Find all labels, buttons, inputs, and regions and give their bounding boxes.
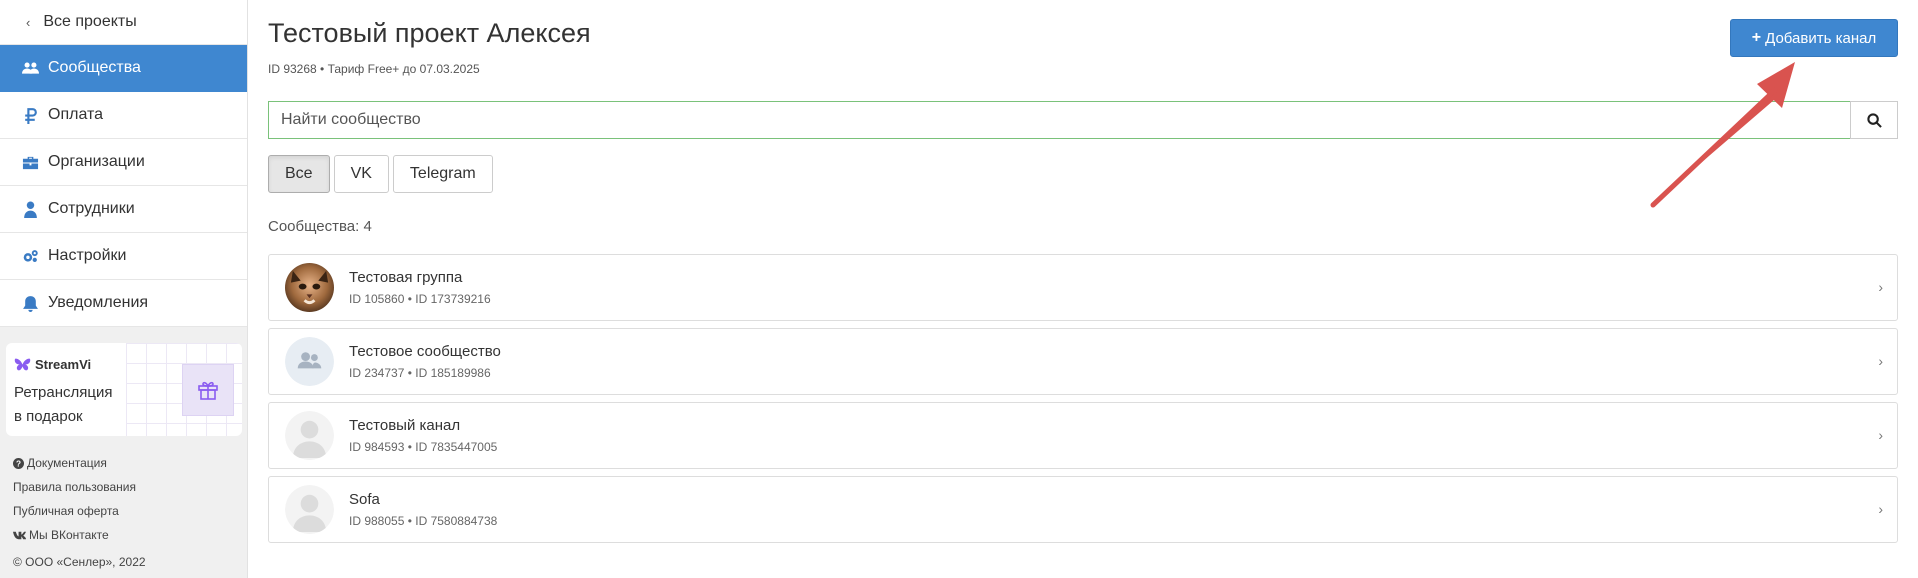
documentation-link[interactable]: ? Документация xyxy=(13,451,146,475)
streamvi-logo: StreamVi xyxy=(14,357,91,372)
sidebar-item-payment[interactable]: Оплата xyxy=(0,92,247,139)
search-icon xyxy=(1866,112,1882,128)
svg-text:?: ? xyxy=(16,459,21,468)
filter-tabs: Все VK Telegram xyxy=(268,155,497,193)
public-offer-link[interactable]: Публичная оферта xyxy=(13,499,146,523)
page-title: Тестовый проект Алексея xyxy=(268,18,591,48)
list-item[interactable]: Sofa ID 988055 • ID 7580884738 › xyxy=(268,476,1898,543)
question-circle-icon: ? xyxy=(13,457,24,469)
sidebar-item-label: Сотрудники xyxy=(48,200,135,217)
vk-icon xyxy=(13,531,26,539)
search-bar xyxy=(268,101,1898,139)
chevron-left-icon: ‹ xyxy=(26,14,31,30)
user-icon xyxy=(19,201,41,218)
briefcase-icon xyxy=(19,154,41,171)
sidebar-item-label: Оплата xyxy=(48,106,104,123)
filter-all[interactable]: Все xyxy=(268,155,330,193)
users-icon xyxy=(19,60,41,77)
communities-count: Сообщества: 4 xyxy=(268,218,372,235)
list-item[interactable]: Тестовый канал ID 984593 • ID 7835447005… xyxy=(268,402,1898,469)
all-projects-link[interactable]: ‹ Все проекты xyxy=(0,0,247,45)
communities-list: Тестовая группа ID 105860 • ID 173739216… xyxy=(268,254,1898,550)
project-meta: ID 93268 • Тариф Free+ до 07.03.2025 xyxy=(268,62,480,76)
search-input[interactable] xyxy=(268,101,1850,139)
sidebar-item-settings[interactable]: Настройки xyxy=(0,233,247,280)
bell-icon xyxy=(19,295,41,312)
avatar xyxy=(285,485,334,534)
ruble-icon xyxy=(19,107,41,124)
avatar xyxy=(285,411,334,460)
community-name: Sofa xyxy=(349,491,380,508)
sidebar-item-notifications[interactable]: Уведомления xyxy=(0,280,247,327)
person-placeholder-icon xyxy=(285,411,334,460)
search-button[interactable] xyxy=(1850,101,1898,139)
chevron-right-icon: › xyxy=(1878,427,1883,443)
sidebar-footer: ? Документация Правила пользования Публи… xyxy=(13,451,146,574)
vk-link[interactable]: Мы ВКонтакте xyxy=(13,523,146,547)
community-name: Тестовая группа xyxy=(349,269,463,286)
sidebar-item-label: Уведомления xyxy=(48,294,149,311)
sidebar-item-employees[interactable]: Сотрудники xyxy=(0,186,247,233)
butterfly-icon xyxy=(14,358,31,371)
avatar xyxy=(285,337,334,386)
list-item[interactable]: Тестовая группа ID 105860 • ID 173739216… xyxy=(268,254,1898,321)
gift-icon xyxy=(182,364,234,416)
community-ids: ID 988055 • ID 7580884738 xyxy=(349,514,498,528)
filter-vk[interactable]: VK xyxy=(333,155,389,193)
chevron-right-icon: › xyxy=(1878,501,1883,517)
terms-link[interactable]: Правила пользования xyxy=(13,475,146,499)
community-ids: ID 105860 • ID 173739216 xyxy=(349,292,491,306)
add-channel-button[interactable]: + Добавить канал xyxy=(1730,19,1898,57)
community-ids: ID 234737 • ID 185189986 xyxy=(349,366,491,380)
chevron-right-icon: › xyxy=(1878,279,1883,295)
promo-text: Ретрансляция в подарок xyxy=(14,384,113,425)
group-icon xyxy=(285,337,334,386)
all-projects-label: Все проекты xyxy=(43,13,137,30)
copyright: © ООО «Сенлер», 2022 xyxy=(13,555,146,569)
streamvi-promo-banner[interactable]: StreamVi Ретрансляция в подарок xyxy=(6,343,242,436)
sidebar: ‹ Все проекты Сообщества Оплата Организа… xyxy=(0,0,248,578)
sidebar-item-organizations[interactable]: Организации xyxy=(0,139,247,186)
sidebar-item-label: Организации xyxy=(48,153,145,170)
add-channel-label: Добавить канал xyxy=(1765,29,1877,47)
filter-telegram[interactable]: Telegram xyxy=(392,155,493,193)
community-name: Тестовый канал xyxy=(349,417,461,434)
sidebar-item-label: Настройки xyxy=(48,247,127,264)
person-placeholder-icon xyxy=(285,485,334,534)
sidebar-item-label: Сообщества xyxy=(48,59,141,76)
avatar xyxy=(285,263,334,312)
gears-icon xyxy=(19,248,41,265)
sidebar-item-communities[interactable]: Сообщества xyxy=(0,45,247,92)
community-ids: ID 984593 • ID 7835447005 xyxy=(349,440,498,454)
plus-icon: + xyxy=(1751,29,1762,46)
chevron-right-icon: › xyxy=(1878,353,1883,369)
community-name: Тестовое сообщество xyxy=(349,343,501,360)
list-item[interactable]: Тестовое сообщество ID 234737 • ID 18518… xyxy=(268,328,1898,395)
